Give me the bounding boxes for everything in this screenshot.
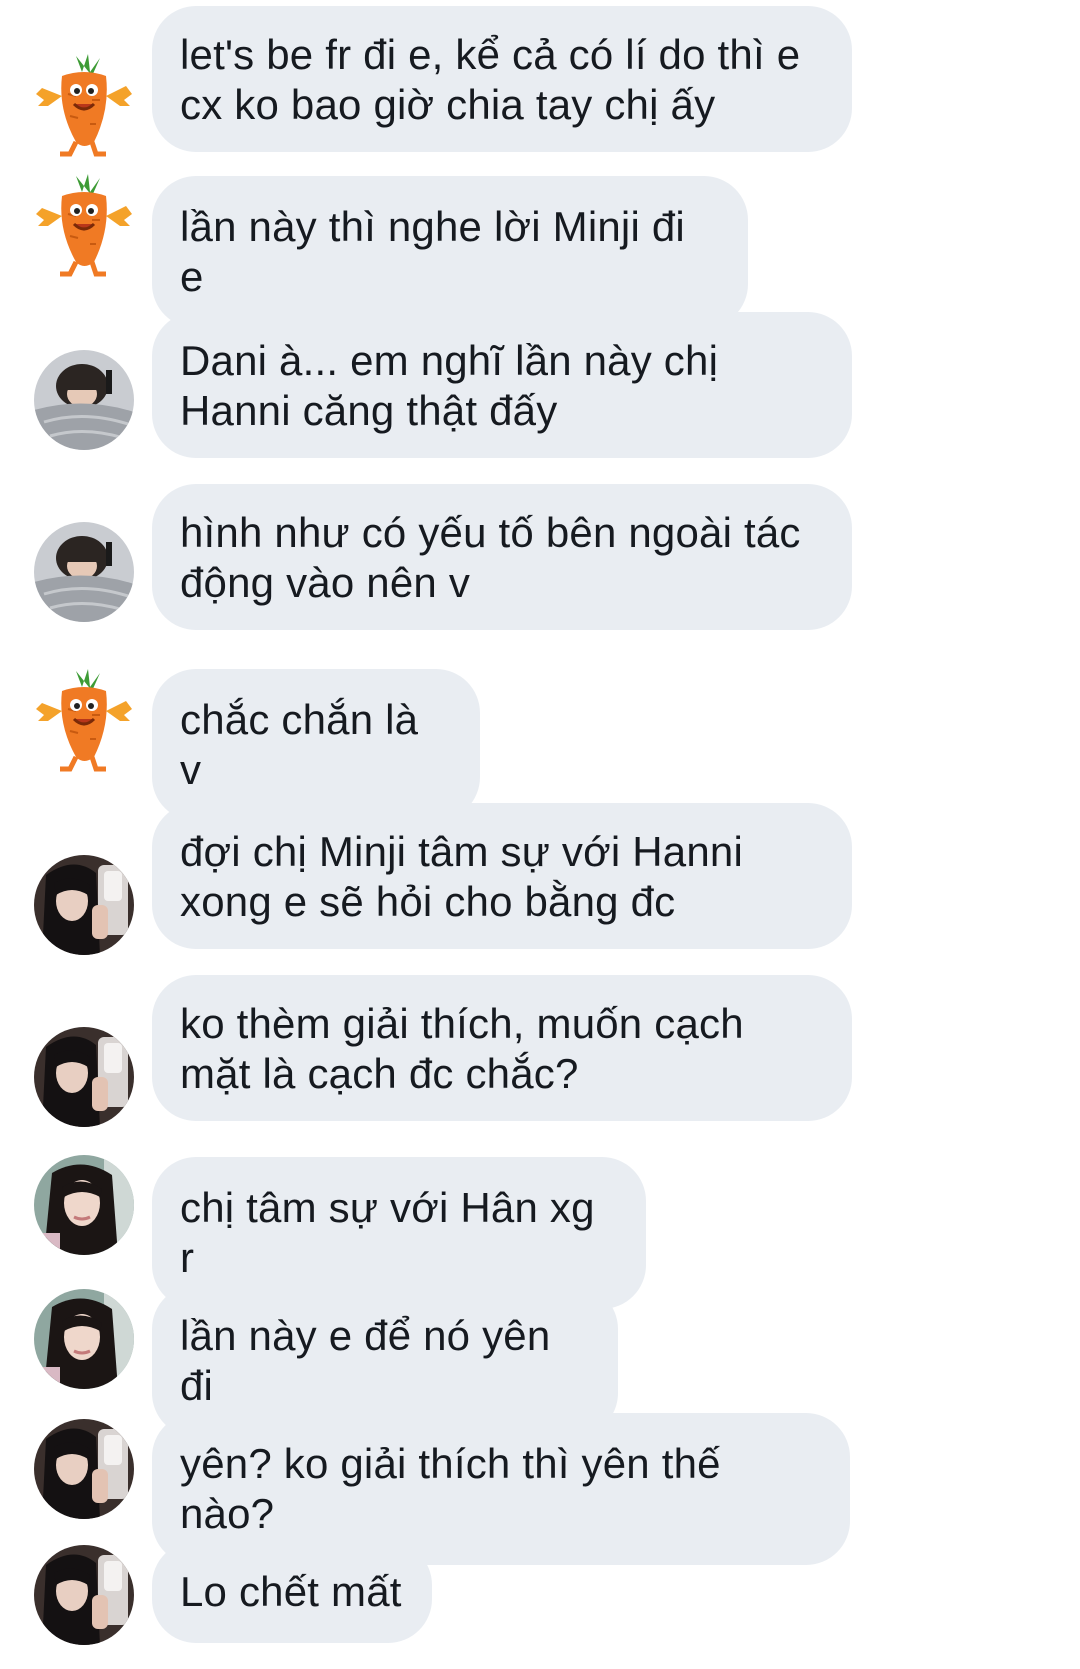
message-bubble: lần này thì nghe lời Minji đi e bbox=[152, 176, 748, 328]
selfie-user-avatar-icon[interactable] bbox=[34, 855, 134, 955]
portrait-user-avatar-icon[interactable] bbox=[34, 1155, 134, 1255]
message-bubble: Dani à... em nghĩ lần này chị Hanni căng… bbox=[152, 312, 852, 458]
selfie-user-avatar-icon[interactable] bbox=[34, 1027, 134, 1127]
portrait-user-avatar-icon[interactable] bbox=[34, 1289, 134, 1389]
selfie-user-avatar-icon[interactable] bbox=[34, 1419, 134, 1519]
message-bubble: Lo chết mất bbox=[152, 1541, 432, 1643]
bed-user-avatar-icon[interactable] bbox=[34, 522, 134, 622]
message-bubble: let's be fr đi e, kể cả có lí do thì e c… bbox=[152, 6, 852, 152]
message-bubble: chắc chắn là v bbox=[152, 669, 480, 821]
carrot-avatar-icon[interactable] bbox=[30, 665, 138, 773]
message-bubble: hình như có yếu tố bên ngoài tác động và… bbox=[152, 484, 852, 630]
carrot-avatar-icon[interactable] bbox=[30, 170, 138, 278]
message-bubble: ko thèm giải thích, muốn cạch mặt là cạc… bbox=[152, 975, 852, 1121]
message-bubble: đợi chị Minji tâm sự với Hanni xong e sẽ… bbox=[152, 803, 852, 949]
bed-user-avatar-icon[interactable] bbox=[34, 350, 134, 450]
carrot-avatar-icon[interactable] bbox=[30, 50, 138, 158]
selfie-user-avatar-icon[interactable] bbox=[34, 1545, 134, 1645]
